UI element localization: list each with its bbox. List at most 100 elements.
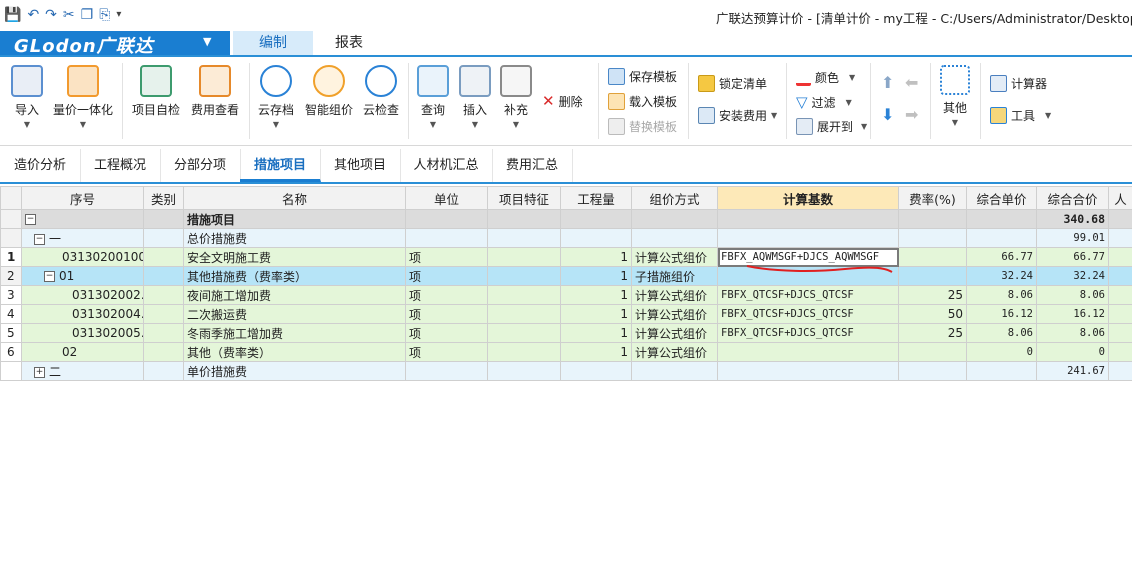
feature-cell[interactable] [487,266,561,286]
install-cost-button[interactable]: 安装费用 ▼ [698,107,777,124]
unit-cell[interactable]: 项 [405,323,488,343]
collapse-icon[interactable]: − [25,214,36,225]
unit-cell[interactable]: 项 [405,247,488,267]
method-cell[interactable]: 子措施组价 [631,266,718,286]
unit-cell[interactable]: 项 [405,304,488,324]
feature-cell[interactable] [487,228,561,248]
qty-cell[interactable] [560,209,632,229]
load-template-button[interactable]: 载入模板 [608,93,677,110]
import-button[interactable]: 导入 ▼ [10,65,44,129]
column-header-calc-base[interactable]: 计算基数 [717,186,899,210]
tab-report[interactable]: 报表 [313,31,385,55]
rate-cell[interactable]: 25 [898,285,967,305]
cat-cell[interactable] [143,304,184,324]
cat-cell[interactable] [143,266,184,286]
calc-base-cell[interactable] [717,342,899,362]
column-header[interactable]: 单位 [405,186,488,210]
cat-cell[interactable] [143,285,184,305]
column-header[interactable]: 组价方式 [631,186,718,210]
extra-cell[interactable] [1108,266,1132,286]
table-row-selected[interactable]: 2 −01 其他措施费（费率类） 项 1 子措施组价 32.24 32.24 [0,266,1132,286]
delete-button[interactable]: ✕ 删除 [542,92,583,110]
name-cell[interactable]: 其他（费率类） [183,342,406,362]
tab-cost-analysis[interactable]: 造价分析 [0,149,81,182]
unit-cell[interactable]: 项 [405,266,488,286]
feature-cell[interactable] [487,342,561,362]
column-header[interactable]: 人 [1108,186,1132,210]
tab-labor-material-summary[interactable]: 人材机汇总 [400,149,493,182]
table-row[interactable]: 6 02 其他（费率类） 项 1 计算公式组价 0 0 [0,342,1132,362]
unit-cell[interactable] [405,209,488,229]
other-button[interactable]: 其他 ▼ [938,65,972,127]
column-header[interactable]: 费率(%) [898,186,967,210]
table-row[interactable]: 4 031302004… 二次搬运费 项 1 计算公式组价 FBFX_QTCSF… [0,304,1132,324]
column-header[interactable]: 工程量 [560,186,632,210]
unit-price-cell[interactable]: 66.77 [966,247,1037,267]
color-button[interactable]: 颜色 ▼ [796,68,855,86]
unit-price-cell[interactable]: 0 [966,342,1037,362]
name-cell[interactable]: 单价措施费 [183,361,406,381]
seq-cell[interactable]: − [21,209,144,229]
feature-cell[interactable] [487,209,561,229]
method-cell[interactable]: 计算公式组价 [631,285,718,305]
extra-cell[interactable] [1108,228,1132,248]
tab-other-items[interactable]: 其他项目 [320,149,401,182]
query-button[interactable]: 查询 ▼ [416,65,450,129]
expand-icon[interactable]: + [34,366,45,378]
save-template-button[interactable]: 保存模板 [608,68,677,85]
unit-price-cell[interactable]: 8.06 [966,323,1037,343]
extra-cell[interactable] [1108,304,1132,324]
quantity-price-button[interactable]: 量价一体化 ▼ [52,65,114,129]
name-cell[interactable]: 措施项目 [183,209,406,229]
calculator-button[interactable]: 计算器 [990,75,1047,92]
collapse-icon[interactable]: − [44,271,55,282]
calc-base-cell[interactable]: FBFX_QTCSF+DJCS_QTCSF [717,323,899,343]
table-row[interactable]: 5 031302005… 冬雨季施工增加费 项 1 计算公式组价 FBFX_QT… [0,323,1132,343]
cat-cell[interactable] [143,323,184,343]
column-header[interactable]: 类别 [143,186,184,210]
extra-cell[interactable] [1108,209,1132,229]
seq-cell[interactable]: 031302001001 [21,247,144,267]
total-cell[interactable]: 32.24 [1036,266,1109,286]
total-cell[interactable]: 66.77 [1036,247,1109,267]
move-right-icon[interactable]: ➡ [905,105,918,124]
tab-measures[interactable]: 措施项目 [240,149,321,182]
column-header[interactable]: 综合单价 [966,186,1037,210]
move-down-icon[interactable]: ⬇ [881,105,894,124]
name-cell[interactable]: 安全文明施工费 [183,247,406,267]
unit-cell[interactable] [405,361,488,381]
rate-cell[interactable] [898,361,967,381]
cat-cell[interactable] [143,209,184,229]
cost-view-button[interactable]: 费用查看 [189,65,241,118]
total-cell[interactable]: 99.01 [1036,228,1109,248]
column-header[interactable]: 序号 [21,186,144,210]
total-cell[interactable]: 8.06 [1036,323,1109,343]
app-logo-menu[interactable]: GLodon广联达 ▼ [0,31,230,57]
feature-cell[interactable] [487,247,561,267]
total-cell[interactable]: 0 [1036,342,1109,362]
total-cell[interactable]: 16.12 [1036,304,1109,324]
extra-cell[interactable] [1108,285,1132,305]
extra-cell[interactable] [1108,323,1132,343]
cloud-check-button[interactable]: 云检查 [361,65,401,118]
expand-to-button[interactable]: 展开到 ▼ [796,118,867,135]
insert-button[interactable]: 插入 ▼ [458,65,492,129]
column-header[interactable]: 名称 [183,186,406,210]
tab-cost-summary[interactable]: 费用汇总 [492,149,573,182]
feature-cell[interactable] [487,285,561,305]
qty-cell[interactable]: 1 [560,342,632,362]
seq-cell[interactable]: 02 [21,342,144,362]
unit-price-cell[interactable] [966,228,1037,248]
cut-icon[interactable]: ✂ [63,6,75,24]
calc-base-cell[interactable]: FBFX_QTCSF+DJCS_QTCSF [717,304,899,324]
seq-cell[interactable]: 031302002… [21,285,144,305]
qty-cell[interactable]: 1 [560,304,632,324]
unit-price-cell[interactable]: 32.24 [966,266,1037,286]
extra-cell[interactable] [1108,361,1132,381]
feature-cell[interactable] [487,304,561,324]
save-icon[interactable]: 💾 [4,6,21,24]
unit-price-cell[interactable] [966,361,1037,381]
table-row[interactable]: − 措施项目 340.68 [0,209,1132,229]
method-cell[interactable]: 计算公式组价 [631,247,718,267]
calc-base-cell[interactable]: FBFX_QTCSF+DJCS_QTCSF [717,285,899,305]
